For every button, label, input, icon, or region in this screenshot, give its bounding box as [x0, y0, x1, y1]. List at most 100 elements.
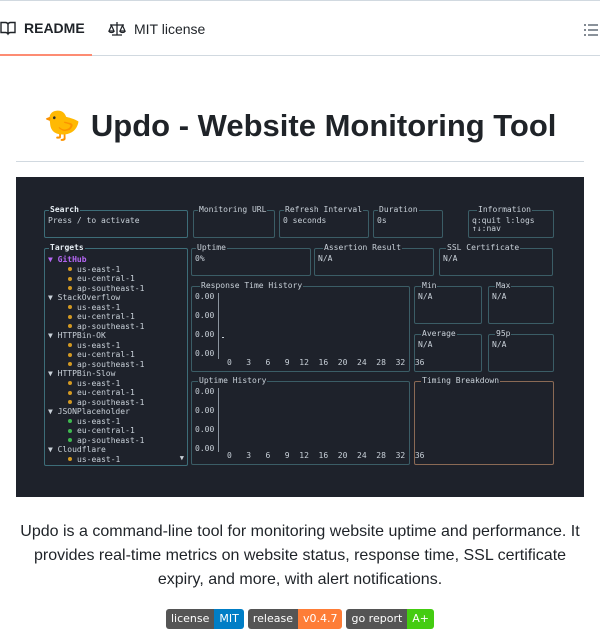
target-region-item[interactable]: us-east-1	[48, 265, 144, 275]
target-label: ap-southeast-1	[77, 435, 145, 445]
status-dot-icon	[68, 381, 72, 385]
target-site-item[interactable]: ▼ StackOverflow	[48, 293, 144, 303]
target-label: ap-southeast-1	[77, 321, 145, 331]
badge-value: MIT	[214, 609, 244, 629]
targets-panel[interactable]: Targets ▼ GitHub us-east-1 eu-central-1 ap-…	[44, 243, 188, 466]
target-site-item[interactable]: ▼ GitHub	[48, 255, 144, 265]
status-dot-icon	[68, 419, 72, 423]
target-label: ▼ JSONPlaceholder	[48, 407, 130, 416]
status-dot-icon	[68, 267, 72, 271]
uptime-history-panel: Uptime History 0.00 0.00 0.00 0.00 0 3 6…	[191, 376, 424, 465]
target-site-item[interactable]: ▼ JSONPlaceholder	[48, 407, 144, 417]
target-region-item[interactable]: eu-central-1	[48, 274, 144, 284]
max-text: N/A	[492, 292, 507, 301]
max-panel: Max N/A	[488, 281, 554, 324]
page-title-text: Updo - Website Monitoring Tool	[90, 108, 557, 143]
target-region-item[interactable]: eu-central-1	[48, 350, 144, 360]
target-label: ap-southeast-1	[77, 359, 145, 369]
target-label: us-east-1	[77, 302, 121, 312]
duration-panel: Duration 0s	[373, 205, 443, 238]
project-description: Updo is a command-line tool for monitori…	[20, 523, 580, 588]
information-line2: ↑↓:nav	[472, 224, 501, 233]
p95-panel: 95p N/A	[488, 329, 554, 372]
tab-readme-label: README	[24, 19, 85, 36]
target-region-item[interactable]: us-east-1	[48, 455, 144, 465]
timing-breakdown-panel: Timing Breakdown	[414, 376, 554, 465]
target-site-item[interactable]: ▼ HTTPBin-OK	[48, 331, 144, 341]
monitoring-url-panel: Monitoring URL	[193, 205, 275, 238]
target-region-item[interactable]: ap-southeast-1	[48, 436, 144, 446]
status-dot-icon	[68, 305, 72, 309]
target-label: ▼ GitHub	[48, 255, 87, 264]
readme-heading: 🐤 Updo - Website Monitoring Tool	[16, 108, 584, 162]
tab-license-label: MIT license	[134, 20, 206, 37]
chick-emoji-icon: 🐤	[43, 109, 81, 142]
target-region-item[interactable]: us-east-1	[48, 379, 144, 389]
badge-label: go report	[346, 609, 408, 629]
target-region-item[interactable]: ap-southeast-1	[48, 360, 144, 370]
target-region-item[interactable]: eu-central-1	[48, 388, 144, 398]
target-region-item[interactable]: eu-central-1	[48, 312, 144, 322]
response-y-tick: 0.00	[195, 349, 215, 358]
target-label: us-east-1	[77, 416, 121, 426]
duration-title: Duration	[378, 205, 419, 215]
badge-license[interactable]: license MIT	[165, 609, 244, 629]
response-y-tick: 0.00	[195, 292, 215, 301]
ssl-panel: SSL Certificate N/A	[439, 243, 553, 276]
target-region-item[interactable]: ap-southeast-1	[48, 398, 144, 408]
target-label: eu-central-1	[77, 274, 135, 283]
target-region-item[interactable]: ap-southeast-1	[48, 322, 144, 332]
target-site-item[interactable]: ▼ HTTPBin-Slow	[48, 369, 144, 379]
uptime-panel: Uptime 0%	[191, 243, 311, 276]
tab-license[interactable]: MIT license	[108, 1, 205, 56]
target-region-item[interactable]: us-east-1	[48, 303, 144, 313]
refresh-interval-panel: Refresh Interval 0 seconds	[279, 205, 369, 238]
target-region-item[interactable]: us-east-1	[48, 341, 144, 351]
readme-tab-bar: README MIT license	[0, 0, 600, 56]
monitoring-url-title: Monitoring URL	[198, 205, 268, 215]
target-region-item[interactable]: eu-central-1	[48, 426, 144, 436]
target-label: us-east-1	[77, 378, 121, 388]
uptime-title: Uptime	[196, 243, 227, 253]
response-y-tick: 0.00	[195, 311, 215, 320]
duration-text: 0s	[377, 216, 387, 225]
response-plot-mark	[222, 337, 224, 338]
assertion-text: N/A	[318, 254, 333, 263]
target-label: ap-southeast-1	[77, 283, 145, 293]
search-panel-title: Search	[49, 205, 80, 215]
uptime-y-tick: 0.00	[195, 444, 215, 453]
target-region-item[interactable]: ap-southeast-1	[48, 284, 144, 294]
timing-breakdown-title: Timing Breakdown	[421, 376, 501, 386]
badge-release[interactable]: release v0.4.7	[247, 609, 343, 629]
target-label: ▼ HTTPBin-Slow	[48, 369, 116, 378]
status-dot-icon	[68, 324, 72, 328]
outline-list-icon[interactable]	[582, 23, 598, 37]
badge-row: license MIT release v0.4.7 go report A+	[0, 609, 600, 629]
status-dot-icon	[68, 286, 72, 290]
target-label: us-east-1	[77, 454, 121, 464]
target-label: eu-central-1	[77, 388, 135, 397]
target-site-item[interactable]: ▼ Cloudflare	[48, 445, 144, 455]
max-title: Max	[495, 281, 512, 291]
p95-text: N/A	[492, 340, 507, 349]
refresh-interval-text: 0 seconds	[283, 216, 327, 225]
target-label: ▼ Cloudflare	[48, 445, 106, 454]
tab-readme[interactable]: README	[0, 1, 92, 56]
scroll-down-arrow-icon[interactable]: ▼	[180, 454, 184, 462]
badge-value: A+	[407, 609, 435, 629]
response-time-history-panel: Response Time History 0.00 0.00 0.00 0.0…	[191, 281, 424, 372]
badge-label: license	[165, 609, 215, 629]
uptime-y-tick: 0.00	[195, 387, 215, 396]
status-dot-icon	[68, 343, 72, 347]
uptime-history-title: Uptime History	[198, 376, 268, 386]
targets-tree: ▼ GitHub us-east-1 eu-central-1 ap-southeas…	[48, 255, 144, 464]
target-label: eu-central-1	[77, 350, 135, 359]
ssl-title: SSL Certificate	[446, 243, 521, 253]
target-region-item[interactable]: us-east-1	[48, 417, 144, 427]
assertion-title: Assertion Result	[323, 243, 403, 253]
uptime-x-ticks: 0 3 6 9 12 16 20 24 28 32 36	[227, 451, 425, 460]
uptime-y-tick: 0.00	[195, 406, 215, 415]
search-panel: Search Press / to activate	[44, 205, 188, 238]
response-y-tick: 0.00	[195, 330, 215, 339]
badge-go-report[interactable]: go report A+	[346, 609, 435, 629]
